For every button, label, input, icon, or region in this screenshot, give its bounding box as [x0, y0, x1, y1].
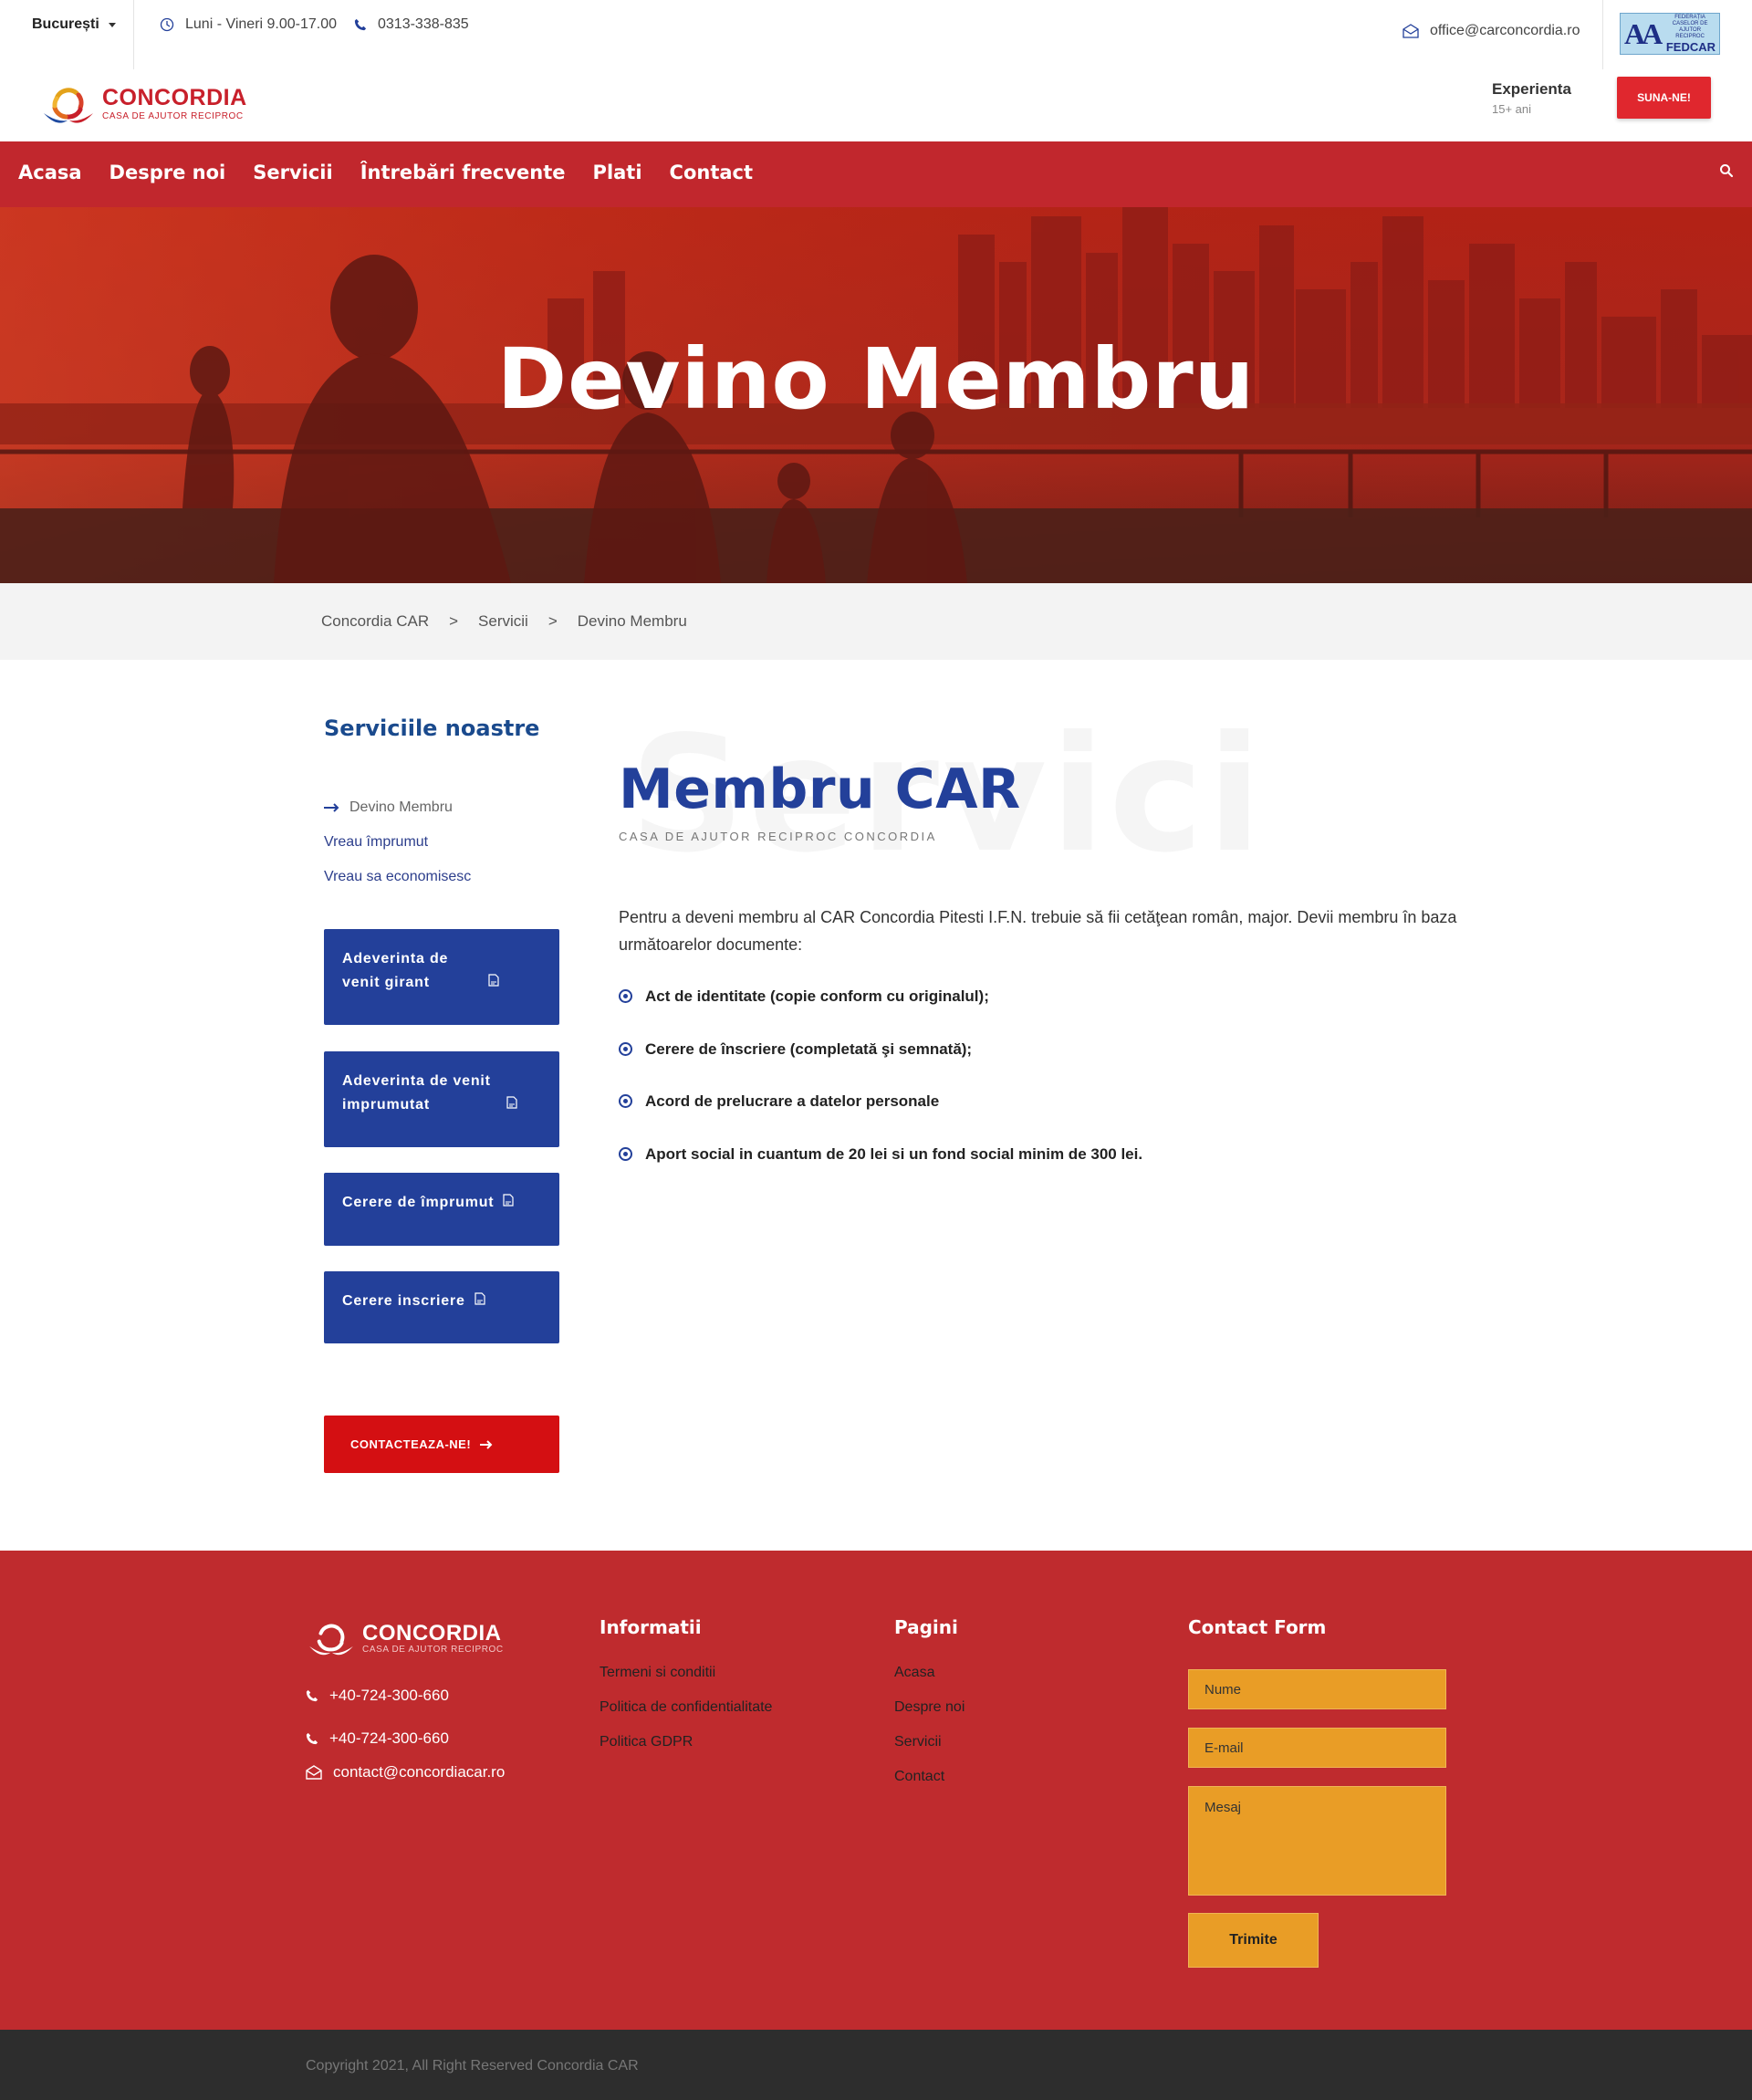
- footer: [0, 1551, 1752, 2030]
- submit-button[interactable]: Trimite: [1188, 1913, 1319, 1968]
- sidebar-title: Serviciile noastre: [324, 716, 540, 741]
- fedcar-logo[interactable]: AA FEDERAȚIA CASELOR DE AJUTOR RECIPROC …: [1620, 13, 1720, 55]
- contact-form-title: Contact Form: [1188, 1616, 1327, 1638]
- message-field[interactable]: Mesaj: [1188, 1786, 1446, 1896]
- brand-tagline: CASA DE AJUTOR RECIPROC: [102, 111, 244, 121]
- intro-paragraph: Pentru a deveni membru al CAR Concordia …: [619, 908, 1457, 954]
- list-item: Acord de prelucrare a datelor personale: [619, 1092, 1142, 1145]
- breadcrumb-home[interactable]: Concordia CAR: [321, 612, 429, 631]
- opening-hours: Luni - Vineri 9.00-17.00: [160, 16, 337, 33]
- bullet-icon: [619, 1146, 632, 1161]
- concordia-logo-icon: [44, 88, 93, 123]
- pdf-file-icon: [506, 1093, 517, 1117]
- page-title: Membru CAR: [619, 757, 1021, 821]
- footer-brand-tagline: CASA DE AJUTOR RECIPROC: [362, 1644, 504, 1655]
- document-cerere-imprumut-button[interactable]: Cerere de împrumut: [324, 1173, 559, 1246]
- arrow-right-icon: [480, 1439, 493, 1449]
- pdf-file-icon: [488, 971, 499, 995]
- divider: [133, 0, 134, 69]
- footer-brand-name: CONCORDIA: [362, 1620, 502, 1646]
- breadcrumb: Concordia CAR > Servicii > Devino Membru: [0, 583, 1752, 660]
- nav-item-plati[interactable]: Plati: [593, 162, 642, 183]
- breadcrumb-separator: >: [548, 612, 558, 630]
- nav-item-acasa[interactable]: Acasa: [18, 162, 82, 183]
- bullet-icon: [619, 1094, 632, 1108]
- envelope-open-icon: [1403, 24, 1419, 38]
- site-logo[interactable]: CONCORDIA CASA DE AJUTOR RECIPROC: [40, 80, 247, 128]
- nav-item-servicii[interactable]: Servicii: [253, 162, 332, 183]
- concordia-logo-icon: [309, 1624, 353, 1656]
- top-bar: București Luni - Vineri 9.00-17.00 0313-…: [0, 0, 1752, 69]
- nav-item-intrebari-frecvente[interactable]: Întrebări frecvente: [360, 162, 566, 183]
- footer-pages-links: Acasa Despre noi Servicii Contact: [894, 1665, 965, 1803]
- requirements-list: Act de identitate (copie conform cu orig…: [619, 987, 1142, 1197]
- topbar-phone[interactable]: 0313-338-835: [354, 16, 469, 33]
- experience-value: 15+ ani: [1492, 102, 1532, 116]
- envelope-open-icon: [306, 1765, 322, 1780]
- main-nav: Acasa Despre noi Servicii Întrebări frec…: [0, 141, 1752, 207]
- sidebar-item-vreau-imprumut[interactable]: Vreau împrumut: [324, 825, 471, 860]
- footer-link-contact[interactable]: Contact: [894, 1769, 965, 1803]
- list-item: Aport social in cuantum de 20 lei si un …: [619, 1145, 1142, 1198]
- bullet-icon: [619, 1041, 632, 1056]
- call-us-button[interactable]: SUNA-NE!: [1617, 77, 1711, 119]
- sidebar-item-devino-membru[interactable]: Devino Membru: [324, 790, 471, 825]
- hero-title: Devino Membru: [496, 330, 1256, 428]
- phone-icon: [306, 1732, 318, 1745]
- footer-phone-1[interactable]: +40-724-300-660: [306, 1687, 449, 1705]
- breadcrumb-current: Devino Membru: [577, 612, 687, 630]
- footer-email[interactable]: contact@concordiacar.ro: [306, 1763, 505, 1781]
- phone-icon: [354, 18, 367, 31]
- search-icon[interactable]: [1719, 163, 1734, 178]
- document-cerere-inscriere-button[interactable]: Cerere inscriere: [324, 1271, 559, 1343]
- brand-name: CONCORDIA: [102, 85, 247, 110]
- divider: [1602, 0, 1603, 69]
- hero-banner: Devino Membru: [0, 207, 1752, 583]
- clock-icon: [160, 17, 174, 32]
- contact-us-button[interactable]: CONTACTEAZA-NE!: [324, 1416, 559, 1473]
- services-list: Devino Membru Vreau împrumut Vreau sa ec…: [324, 790, 471, 894]
- footer-link-termeni[interactable]: Termeni si conditii: [600, 1665, 772, 1699]
- list-item: Cerere de înscriere (completată şi semna…: [619, 1040, 1142, 1093]
- footer-pages-title: Pagini: [894, 1616, 958, 1638]
- footer-link-acasa[interactable]: Acasa: [894, 1665, 965, 1699]
- breadcrumb-separator: >: [449, 612, 459, 630]
- list-item: Act de identitate (copie conform cu orig…: [619, 987, 1142, 1040]
- footer-info-title: Informatii: [600, 1616, 702, 1638]
- copyright-bar: Copyright 2021, All Right Reserved Conco…: [0, 2030, 1752, 2100]
- fedcar-mark-icon: AA: [1624, 17, 1663, 50]
- name-field[interactable]: Nume: [1188, 1669, 1446, 1709]
- page-subtitle: CASA DE AJUTOR RECIPROC CONCORDIA: [619, 830, 937, 843]
- bullet-icon: [619, 989, 632, 1003]
- phone-icon: [306, 1689, 318, 1702]
- nav-item-despre-noi[interactable]: Despre noi: [110, 162, 226, 183]
- breadcrumb-servicii[interactable]: Servicii: [478, 612, 528, 631]
- footer-link-confidentialitate[interactable]: Politica de confidentialitate: [600, 1699, 772, 1734]
- footer-link-servicii[interactable]: Servicii: [894, 1734, 965, 1769]
- footer-link-despre-noi[interactable]: Despre noi: [894, 1699, 965, 1734]
- email-field[interactable]: E-mail: [1188, 1728, 1446, 1768]
- nav-item-contact[interactable]: Contact: [670, 162, 754, 183]
- fedcar-line1: FEDERAȚIA CASELOR DE AJUTOR RECIPROC: [1672, 14, 1708, 39]
- sidebar-item-vreau-sa-economisesc[interactable]: Vreau sa economisesc: [324, 860, 471, 894]
- fedcar-line2: FEDCAR: [1665, 39, 1716, 54]
- footer-info-links: Termeni si conditii Politica de confiden…: [600, 1665, 772, 1769]
- experience-label: Experienta: [1492, 80, 1571, 98]
- footer-link-gdpr[interactable]: Politica GDPR: [600, 1734, 772, 1769]
- pdf-file-icon: [474, 1290, 485, 1313]
- topbar-email[interactable]: office@carconcordia.ro: [1403, 23, 1580, 39]
- footer-phone-2[interactable]: +40-724-300-660: [306, 1729, 449, 1748]
- city-selector[interactable]: București: [32, 16, 116, 33]
- pdf-file-icon: [503, 1191, 515, 1215]
- document-adeverinta-girant-button[interactable]: Adeverinta de venit girant: [324, 929, 559, 1025]
- copyright-text: Copyright 2021, All Right Reserved Conco…: [306, 2058, 639, 2074]
- arrow-right-icon: [324, 803, 339, 812]
- caret-down-icon: [108, 22, 116, 27]
- city-label: București: [32, 16, 99, 32]
- footer-logo[interactable]: CONCORDIA CASA DE AJUTOR RECIPROC: [306, 1617, 504, 1659]
- document-adeverinta-imprumutat-button[interactable]: Adeverinta de venit imprumutat: [324, 1051, 559, 1147]
